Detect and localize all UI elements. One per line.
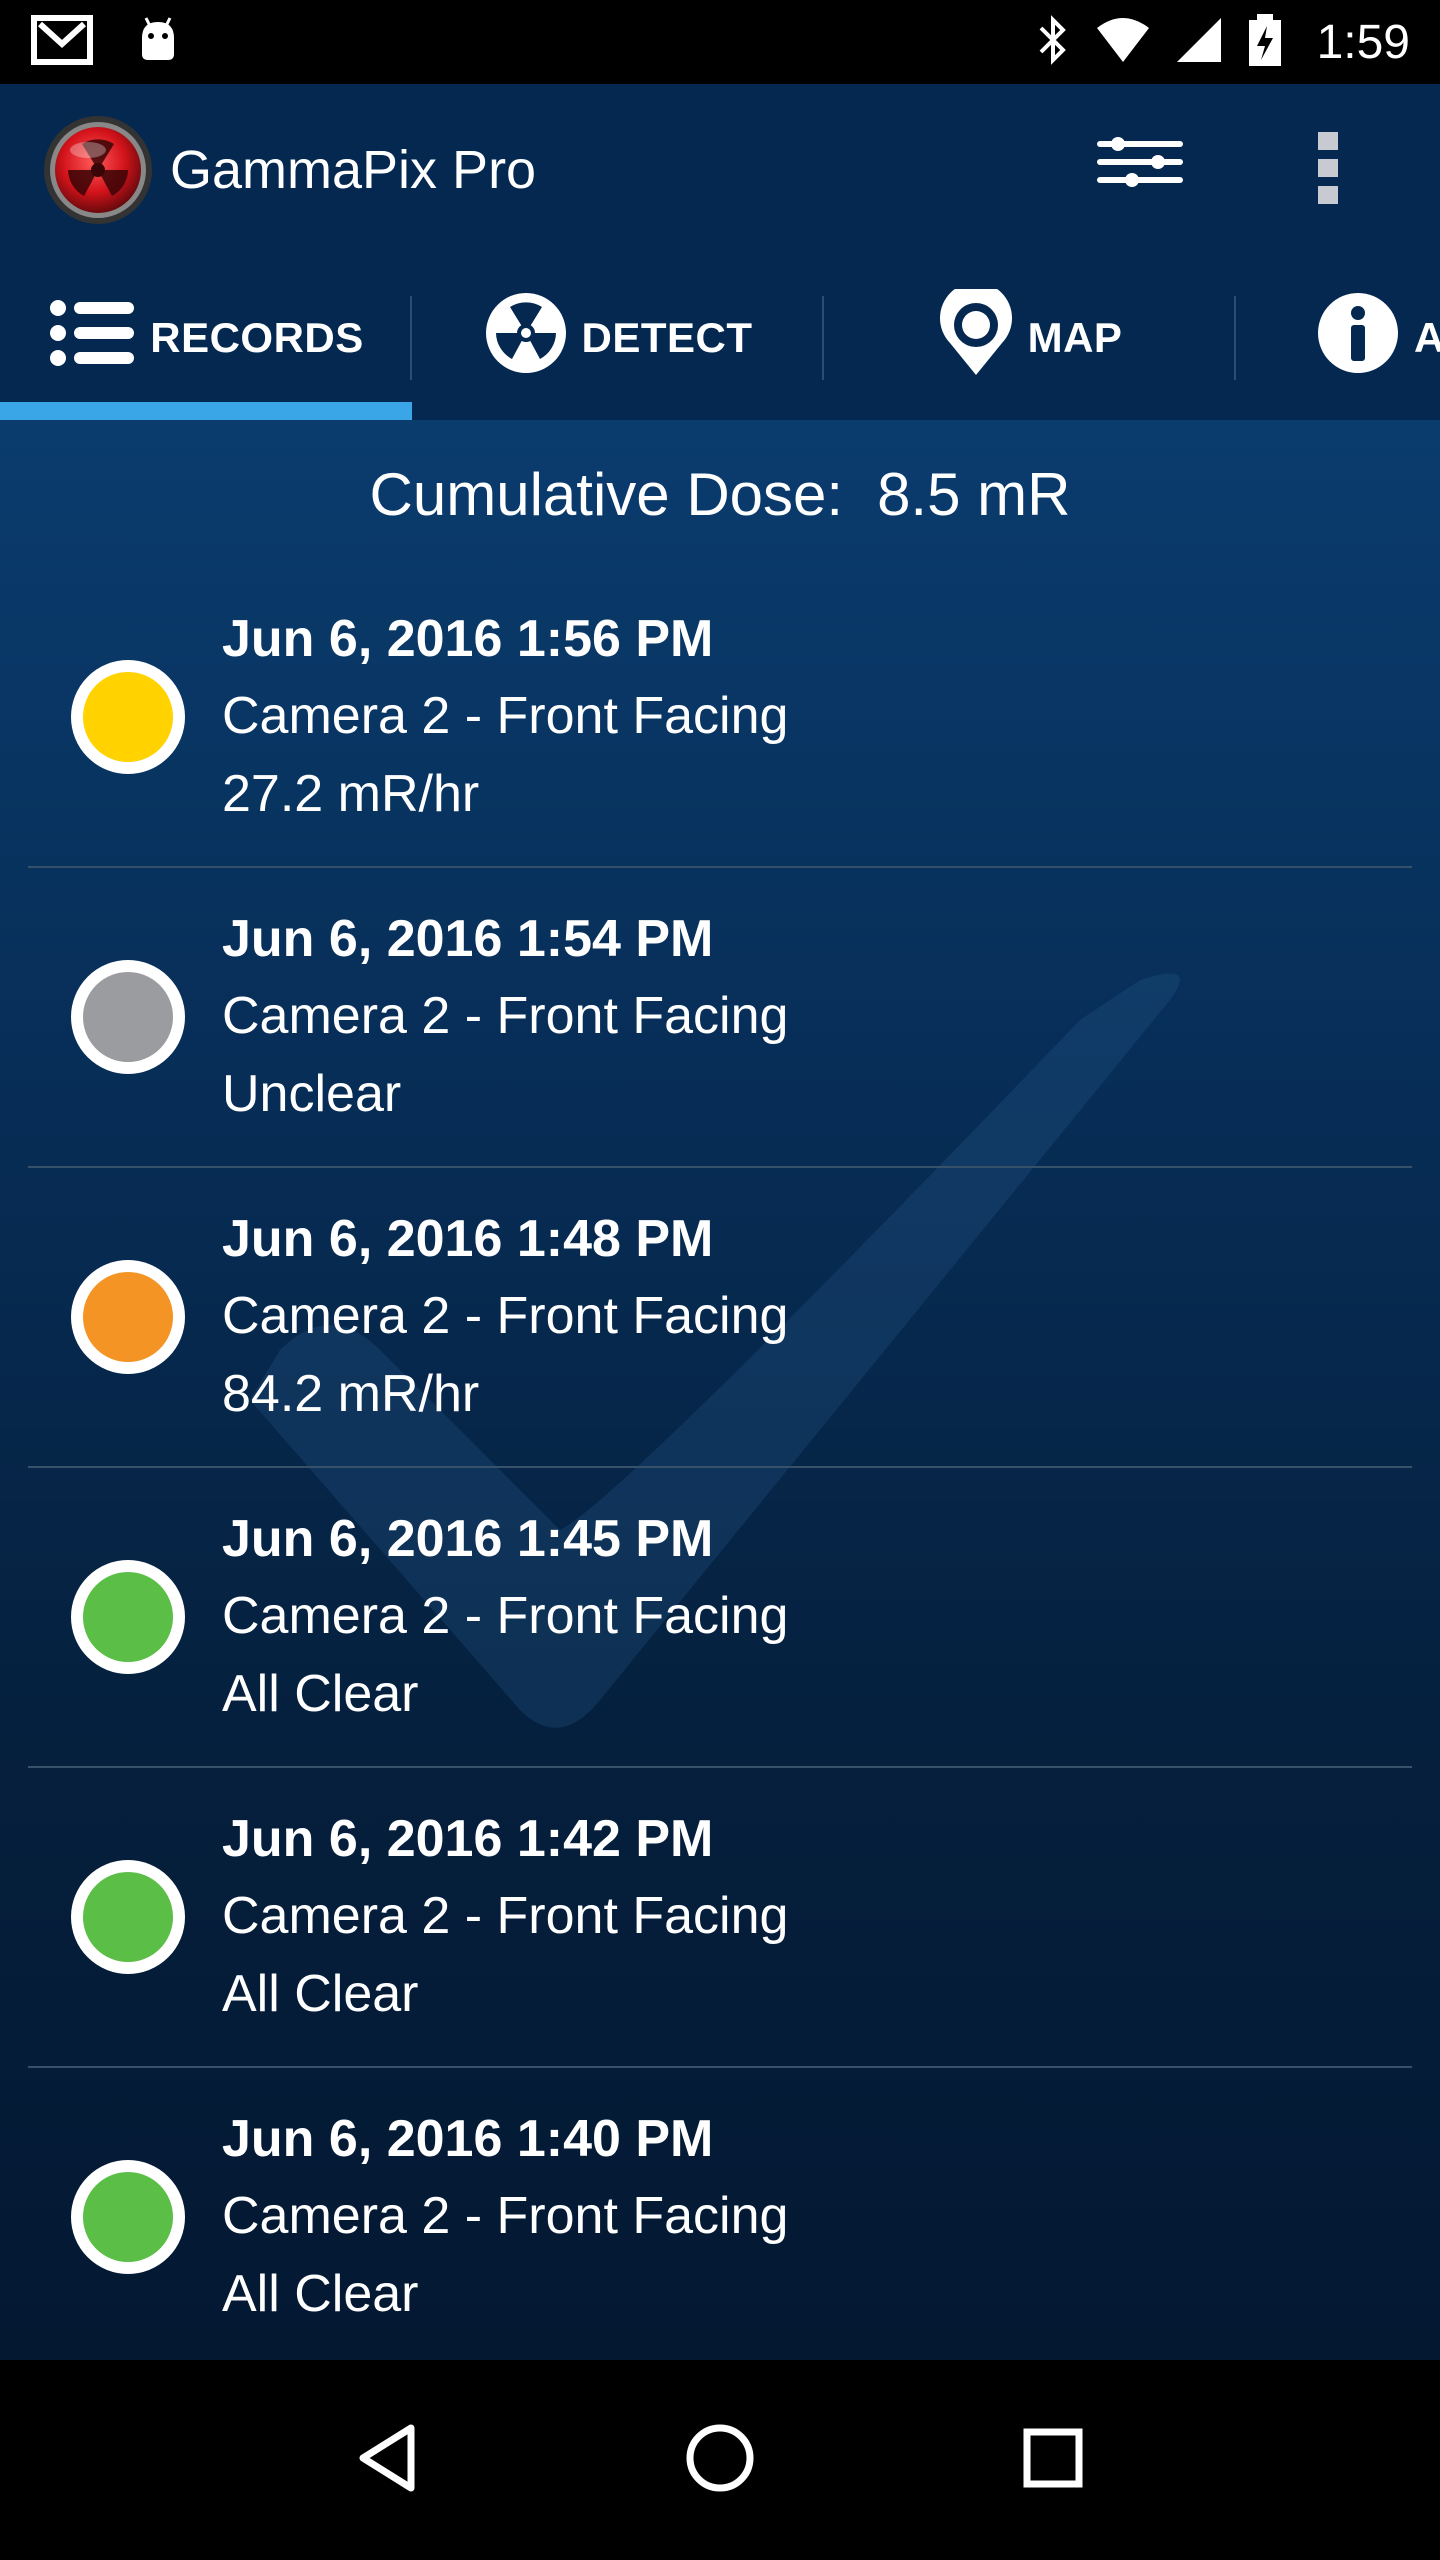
records-panel: Cumulative Dose: 8.5 mR Jun 6, 2016 1:56… — [0, 420, 1440, 2360]
app-title: GammaPix Pro — [170, 140, 537, 200]
bluetooth-icon — [1035, 14, 1071, 71]
record-date: Jun 6, 2016 1:48 PM — [222, 1210, 714, 1268]
gmail-icon — [30, 12, 94, 73]
tab-map-label: MAP — [1027, 314, 1123, 361]
tab-records-label: RECORDS — [150, 314, 364, 361]
signal-icon — [1175, 16, 1223, 69]
record-item[interactable]: Jun 6, 2016 1:40 PM Camera 2 - Front Fac… — [28, 2068, 1412, 2360]
tab-detect[interactable]: DETECT — [412, 256, 824, 420]
tab-about-label: A — [1414, 314, 1440, 361]
overflow-menu-icon — [1316, 130, 1340, 211]
recents-button[interactable] — [1003, 2410, 1103, 2510]
map-pin-icon — [938, 282, 1014, 387]
record-camera: Camera 2 - Front Facing — [222, 1887, 789, 1945]
battery-charging-icon — [1247, 12, 1283, 73]
tab-records[interactable]: RECORDS — [0, 256, 412, 420]
radiation-logo-icon — [42, 114, 154, 226]
back-icon — [355, 2422, 419, 2499]
record-date: Jun 6, 2016 1:56 PM — [222, 610, 714, 668]
overflow-menu-button[interactable] — [1298, 120, 1358, 220]
record-result: All Clear — [222, 1665, 419, 1723]
android-icon — [134, 14, 182, 71]
status-dot — [71, 660, 185, 774]
cumulative-dose-value: 8.5 mR — [877, 460, 1071, 528]
clock: 1:59 — [1316, 15, 1410, 69]
tab-map[interactable]: MAP — [824, 256, 1236, 420]
list-icon — [48, 298, 136, 378]
record-result: 27.2 mR/hr — [222, 765, 480, 823]
system-nav-bar — [0, 2360, 1440, 2560]
status-dot — [71, 2160, 185, 2274]
record-item[interactable]: Jun 6, 2016 1:45 PM Camera 2 - Front Fac… — [28, 1468, 1412, 1768]
record-item[interactable]: Jun 6, 2016 1:48 PM Camera 2 - Front Fac… — [28, 1168, 1412, 1468]
status-dot — [71, 1860, 185, 1974]
tab-bar: RECORDS DETECT MAP A — [0, 256, 1440, 420]
record-camera: Camera 2 - Front Facing — [222, 1287, 789, 1345]
app-bar: GammaPix Pro — [0, 84, 1440, 256]
record-camera: Camera 2 - Front Facing — [222, 2187, 789, 2245]
record-result: Unclear — [222, 1065, 402, 1123]
cumulative-dose: Cumulative Dose: 8.5 mR — [0, 420, 1440, 568]
record-date: Jun 6, 2016 1:42 PM — [222, 1810, 714, 1868]
cumulative-dose-label: Cumulative Dose: — [369, 460, 844, 528]
record-date: Jun 6, 2016 1:45 PM — [222, 1510, 714, 1568]
home-button[interactable] — [670, 2410, 770, 2510]
status-dot — [71, 960, 185, 1074]
record-result: All Clear — [222, 2265, 419, 2323]
record-result: 84.2 mR/hr — [222, 1365, 480, 1423]
info-icon — [1316, 291, 1400, 385]
status-dot — [71, 1260, 185, 1374]
record-item[interactable]: Jun 6, 2016 1:54 PM Camera 2 - Front Fac… — [28, 868, 1412, 1168]
record-camera: Camera 2 - Front Facing — [222, 687, 789, 745]
tab-about[interactable]: A — [1236, 256, 1440, 420]
recents-icon — [1021, 2426, 1085, 2495]
records-list: Jun 6, 2016 1:56 PM Camera 2 - Front Fac… — [28, 568, 1412, 2360]
filter-settings-icon — [1096, 136, 1184, 205]
record-result: All Clear — [222, 1965, 419, 2023]
filter-settings-button[interactable] — [1090, 120, 1190, 220]
status-bar: 1:59 — [0, 0, 1440, 84]
home-icon — [684, 2422, 756, 2499]
record-camera: Camera 2 - Front Facing — [222, 987, 789, 1045]
back-button[interactable] — [337, 2410, 437, 2510]
status-dot — [71, 1560, 185, 1674]
record-date: Jun 6, 2016 1:40 PM — [222, 2110, 714, 2168]
record-camera: Camera 2 - Front Facing — [222, 1587, 789, 1645]
tab-detect-label: DETECT — [581, 314, 753, 361]
radiation-icon — [484, 291, 568, 385]
record-item[interactable]: Jun 6, 2016 1:56 PM Camera 2 - Front Fac… — [28, 568, 1412, 868]
record-date: Jun 6, 2016 1:54 PM — [222, 910, 714, 968]
wifi-icon — [1095, 16, 1151, 69]
record-item[interactable]: Jun 6, 2016 1:42 PM Camera 2 - Front Fac… — [28, 1768, 1412, 2068]
